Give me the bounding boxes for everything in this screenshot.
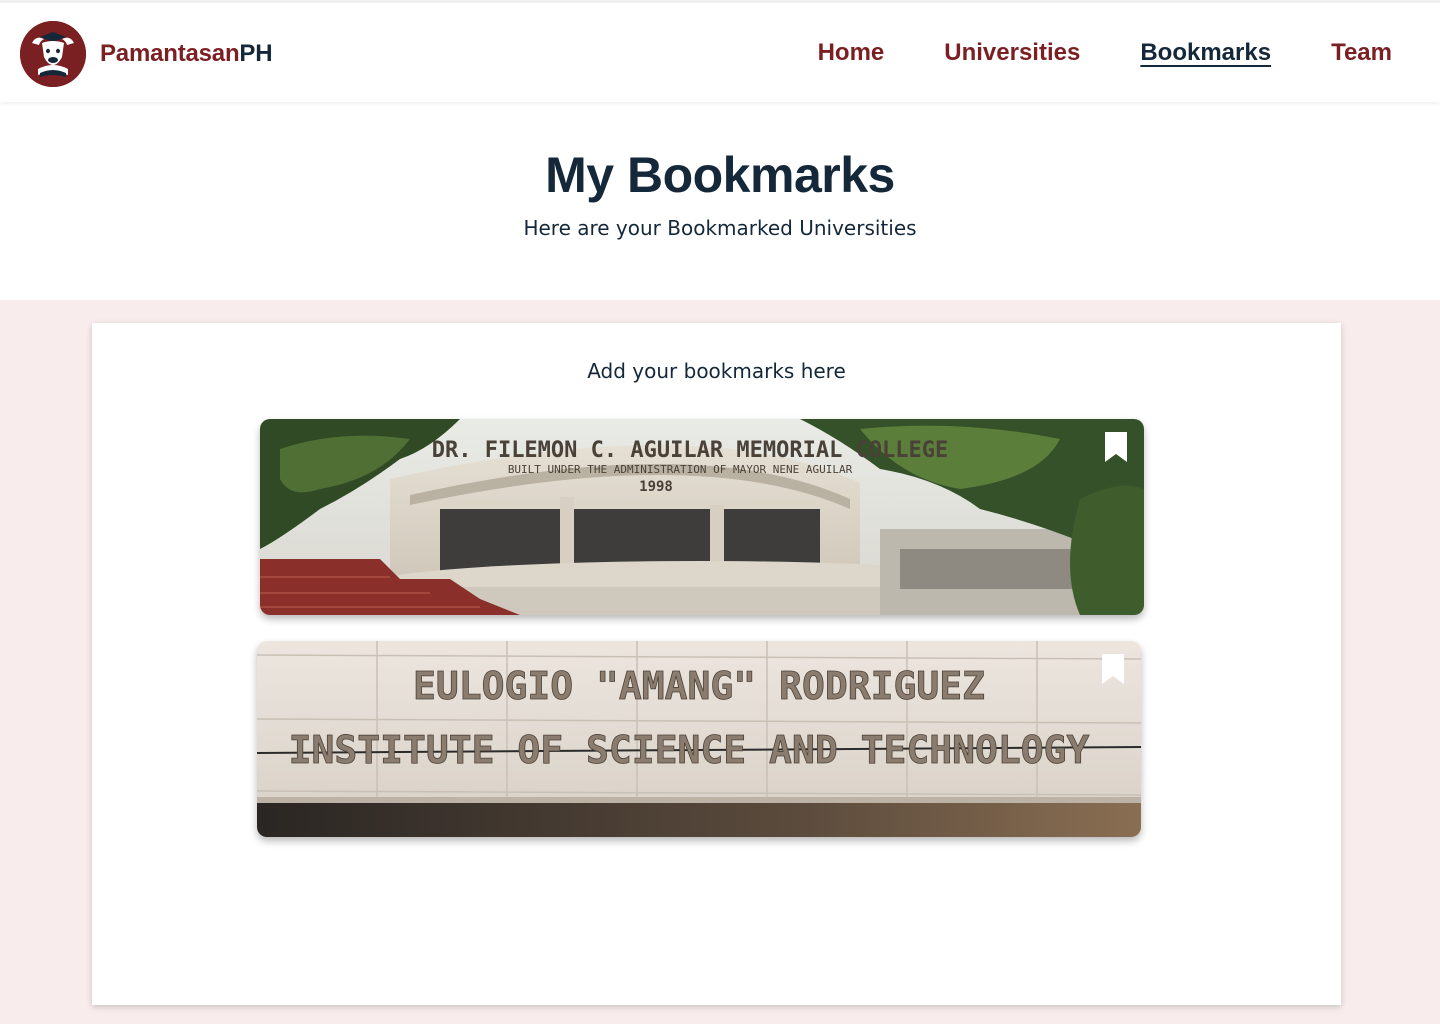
card-sign-line2: BUILT UNDER THE ADMINISTRATION OF MAYOR … xyxy=(508,463,853,476)
main-nav: Home Universities Bookmarks Team xyxy=(818,39,1392,67)
bookmark-card[interactable]: DR. FILEMON C. AGUILAR MEMORIAL COLLEGE … xyxy=(260,419,1144,615)
brand-name-part2: PH xyxy=(239,40,273,67)
card-sign-line1: EULOGIO "AMANG" RODRIGUEZ xyxy=(413,664,985,708)
nav-team-link[interactable]: Team xyxy=(1331,39,1392,67)
brand-name[interactable]: PamantasanPH xyxy=(100,40,273,68)
bookmarks-panel-heading: Add your bookmarks here xyxy=(587,359,846,383)
top-navbar: PamantasanPH Home Universities Bookmarks… xyxy=(0,0,1440,102)
nav-bookmarks-link[interactable]: Bookmarks xyxy=(1140,39,1271,67)
bookmarks-panel: Add your bookmarks here DR. FILEMON C. A… xyxy=(92,323,1341,1005)
university-photo: DR. FILEMON C. AGUILAR MEMORIAL COLLEGE … xyxy=(260,419,1144,615)
bookmark-filled-icon[interactable] xyxy=(1101,653,1125,685)
university-photo: EULOGIO "AMANG" RODRIGUEZ INSTITUTE OF S… xyxy=(257,641,1141,837)
nav-home-link[interactable]: Home xyxy=(818,39,885,67)
brand-name-part1: Pamantasan xyxy=(100,40,240,67)
bookmark-filled-icon[interactable] xyxy=(1104,431,1128,463)
page-header: My Bookmarks Here are your Bookmarked Un… xyxy=(0,102,1440,300)
nav-universities-link[interactable]: Universities xyxy=(944,39,1080,67)
page-subtitle: Here are your Bookmarked Universities xyxy=(523,216,917,240)
card-sign-line2: INSTITUTE OF SCIENCE AND TECHNOLOGY xyxy=(289,728,1090,772)
page-title: My Bookmarks xyxy=(545,147,895,203)
card-sign-line1: DR. FILEMON C. AGUILAR MEMORIAL COLLEGE xyxy=(432,438,949,463)
bookmark-card[interactable]: EULOGIO "AMANG" RODRIGUEZ INSTITUTE OF S… xyxy=(257,641,1141,837)
card-sign-year: 1998 xyxy=(639,479,673,495)
brand[interactable]: PamantasanPH xyxy=(20,21,273,87)
carabao-graduate-logo-icon[interactable] xyxy=(20,21,86,87)
